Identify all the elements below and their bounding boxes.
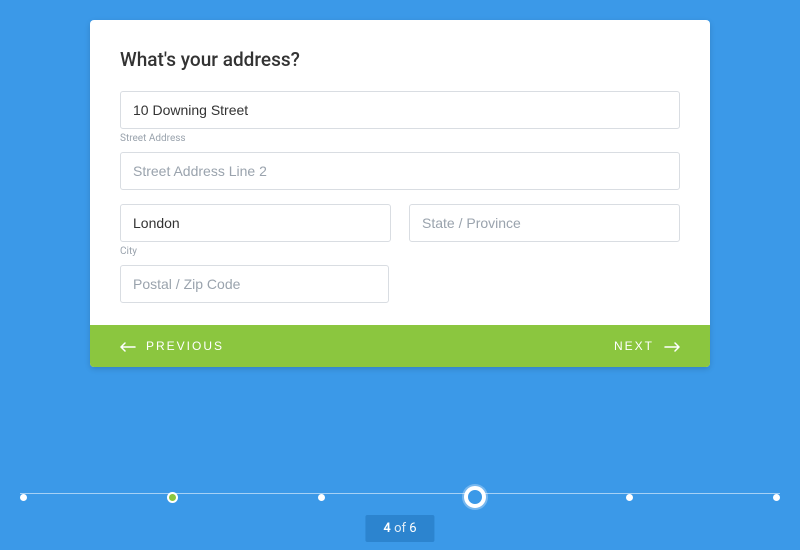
step-indicator: 4 of 6 <box>365 515 434 542</box>
street-field-group: Street Address <box>120 91 680 144</box>
step-dot-5[interactable] <box>626 494 633 501</box>
form-footer: PREVIOUS NEXT <box>90 325 710 367</box>
next-button[interactable]: NEXT <box>614 339 680 353</box>
street2-input[interactable] <box>120 152 680 190</box>
form-card: What's your address? Street Address City <box>90 20 710 367</box>
step-dot-4-active[interactable] <box>464 486 486 508</box>
city-label: City <box>120 246 391 257</box>
street-label: Street Address <box>120 133 680 144</box>
city-state-row: City <box>120 204 680 265</box>
step-of: of <box>391 521 409 536</box>
postal-field-group <box>120 265 389 303</box>
step-dot-3[interactable] <box>318 494 325 501</box>
street2-field-group <box>120 152 680 190</box>
step-total: 6 <box>409 521 416 536</box>
city-input[interactable] <box>120 204 391 242</box>
progress-bar <box>0 487 800 508</box>
city-field-group: City <box>120 204 391 265</box>
step-dot-2[interactable] <box>167 492 178 503</box>
previous-label: PREVIOUS <box>146 339 224 353</box>
step-dot-6[interactable] <box>773 494 780 501</box>
step-dot-1[interactable] <box>20 494 27 501</box>
arrow-left-icon <box>120 341 136 351</box>
next-label: NEXT <box>614 339 654 353</box>
form-body: What's your address? Street Address City <box>90 20 710 325</box>
arrow-right-icon <box>664 341 680 351</box>
previous-button[interactable]: PREVIOUS <box>120 339 224 353</box>
form-title: What's your address? <box>120 48 680 71</box>
postal-row <box>120 265 680 303</box>
progress-dots <box>0 487 800 508</box>
postal-input[interactable] <box>120 265 389 303</box>
state-field-group <box>409 204 680 265</box>
state-input[interactable] <box>409 204 680 242</box>
street-input[interactable] <box>120 91 680 129</box>
